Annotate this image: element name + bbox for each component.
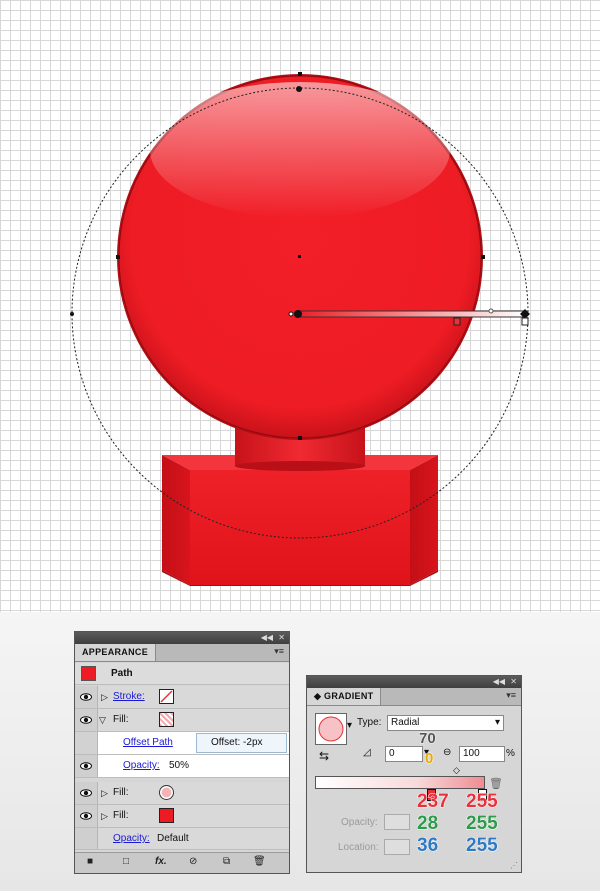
object-opacity-row[interactable]: Opacity: Default — [75, 828, 289, 850]
tab-appearance[interactable]: APPEARANCE — [75, 644, 157, 661]
fill-radial-swatch[interactable] — [159, 785, 174, 800]
rgb-left-b: 36 — [416, 835, 439, 857]
fill-opacity-label[interactable]: Opacity: — [123, 760, 160, 771]
stroke-none-swatch[interactable] — [159, 689, 174, 704]
fill-red-swatch[interactable] — [159, 808, 174, 823]
type-select[interactable]: Radial ▾ — [387, 715, 504, 731]
gradient-panel: ◀◀ ✕ ◆ GRADIENT ▾≡ ▾ Type: Radial ▾ ⇆ ◿ … — [306, 675, 522, 873]
artboard-canvas[interactable] — [0, 0, 600, 612]
aspect-ratio-input[interactable]: 100 — [459, 746, 505, 762]
add-fill-icon[interactable]: □ — [123, 856, 129, 867]
fill-gradient-swatch[interactable] — [159, 712, 174, 727]
fill-row-expanded[interactable]: ▽ Fill: — [75, 709, 289, 732]
type-select-value: Radial — [391, 717, 420, 728]
delete-stop-trash-icon[interactable]: 🗑 — [489, 777, 503, 790]
fill-row-2[interactable]: ▷ Fill: — [75, 782, 289, 805]
expand-triangle-icon[interactable]: ▷ — [101, 692, 108, 703]
rgb-right-r: 255 — [466, 791, 499, 813]
add-stroke-icon[interactable]: ■ — [87, 856, 93, 867]
percent-label: % — [506, 748, 515, 759]
collapse-icon[interactable]: ◀◀ — [261, 632, 273, 644]
rgb-right-g: 255 — [466, 813, 499, 835]
delete-trash-icon[interactable]: 🗑 — [253, 856, 266, 867]
type-label: Type: — [357, 717, 382, 728]
tab-arrows-icon: ◆ — [314, 691, 325, 701]
visibility-eye-icon[interactable] — [80, 810, 92, 822]
clear-appearance-icon[interactable]: ⊘ — [189, 856, 197, 867]
stroke-row[interactable]: ▷ Stroke: — [75, 686, 289, 709]
midpoint-diamond-icon[interactable]: ◇ — [453, 765, 460, 776]
panel-menu-icon[interactable]: ▾≡ — [506, 690, 516, 701]
fill-label: Fill: — [113, 714, 129, 725]
panel-title-bar[interactable]: ◀◀ ✕ — [307, 676, 521, 688]
object-opacity-label[interactable]: Opacity: — [113, 833, 150, 844]
duplicate-item-icon[interactable]: ⧉ — [223, 856, 230, 867]
appearance-bottom-toolbar: ■ □ fx. ⊘ ⧉ 🗑 — [75, 852, 289, 873]
stroke-label[interactable]: Stroke: — [113, 691, 145, 702]
base-block — [162, 455, 438, 586]
object-label: Path — [111, 668, 133, 679]
red-button-illustration — [70, 72, 530, 586]
visibility-eye-icon[interactable] — [80, 691, 92, 703]
rgb-left-r: 237 — [417, 791, 450, 813]
visibility-eye-icon[interactable] — [80, 760, 92, 772]
rgb-right-b: 255 — [466, 835, 499, 857]
offset-path-effect-link[interactable]: Offset Path — [123, 737, 173, 748]
panel-menu-icon[interactable]: ▾≡ — [274, 646, 284, 657]
tab-gradient-label: GRADIENT — [324, 691, 374, 701]
angle-icon: ◿ — [363, 747, 371, 758]
fill-opacity-row[interactable]: Opacity: 50% — [75, 755, 289, 778]
panel-title-bar[interactable]: ◀◀ ✕ — [75, 632, 289, 644]
opacity-input-disabled — [384, 814, 410, 830]
fill-opacity-value: 50% — [169, 760, 190, 771]
visibility-eye-icon[interactable] — [80, 787, 92, 799]
reverse-gradient-icon[interactable]: ⇆ — [319, 749, 329, 763]
offset-tooltip: Offset: -2px — [196, 733, 287, 753]
rgb-left-g: 28 — [416, 813, 439, 835]
panel-tab-bar: APPEARANCE ▾≡ — [75, 644, 289, 662]
visibility-eye-icon[interactable] — [80, 714, 92, 726]
aspect-ratio-icon: ⊖ — [443, 747, 452, 758]
object-thumbnail — [81, 666, 96, 681]
angle-input[interactable]: 0 — [385, 746, 423, 762]
gradient-preview-swatch[interactable] — [315, 713, 347, 745]
object-opacity-value: Default — [157, 833, 189, 844]
location-label: Location: — [338, 842, 379, 853]
close-icon[interactable]: ✕ — [278, 632, 285, 644]
fill-label: Fill: — [113, 810, 129, 821]
close-icon[interactable]: ✕ — [510, 676, 517, 688]
preview-dropdown-icon[interactable]: ▾ — [347, 720, 352, 731]
tab-gradient[interactable]: ◆ GRADIENT — [307, 688, 382, 705]
location-input-disabled — [384, 839, 410, 855]
opacity-label: Opacity: — [341, 817, 378, 828]
collapse-triangle-icon[interactable]: ▽ — [99, 715, 106, 726]
fill-label: Fill: — [113, 787, 129, 798]
expand-triangle-icon[interactable]: ▷ — [101, 788, 108, 799]
object-header-row[interactable]: Path — [75, 663, 289, 685]
collapse-icon[interactable]: ◀◀ — [493, 676, 505, 688]
annotation-0: 0 — [424, 750, 434, 768]
resize-grip-icon[interactable]: ⋰ — [510, 861, 518, 870]
gradient-slider[interactable] — [315, 776, 485, 789]
fill-row-3[interactable]: ▷ Fill: — [75, 805, 289, 828]
chevron-down-icon: ▾ — [494, 717, 500, 728]
fx-effects-icon[interactable]: fx. — [155, 856, 167, 867]
expand-triangle-icon[interactable]: ▷ — [101, 811, 108, 822]
panel-tab-bar: ◆ GRADIENT ▾≡ — [307, 688, 521, 706]
annotation-70: 70 — [419, 730, 437, 748]
